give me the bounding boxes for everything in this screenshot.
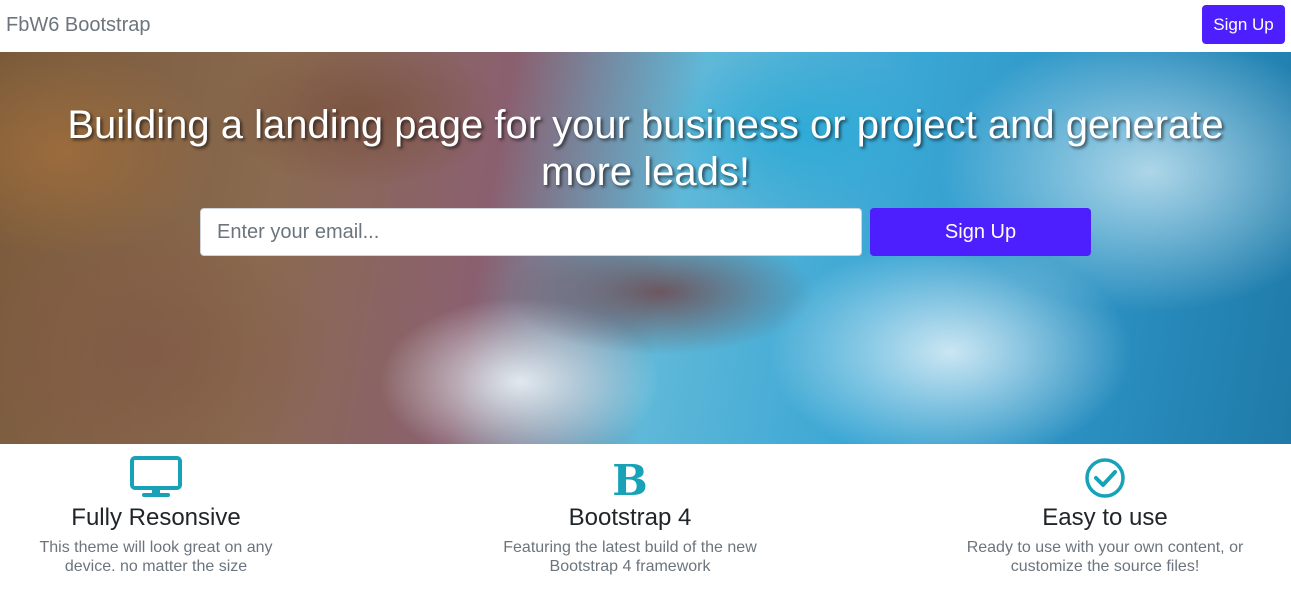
navbar-signup-button[interactable]: Sign Up (1202, 5, 1285, 44)
feature-title: Bootstrap 4 (568, 504, 692, 531)
feature-text-line: This theme will look great on any (39, 539, 273, 556)
feature-text-line: device. no matter the size (64, 558, 248, 575)
feature-responsive: Fully Resonsive This theme will look gre… (6, 444, 306, 576)
desktop-icon (130, 456, 182, 497)
email-input[interactable] (200, 208, 862, 256)
hero-title: Building a landing page for your busines… (67, 103, 1224, 194)
hero-signup-button[interactable]: Sign Up (870, 208, 1091, 256)
svg-text:B: B (612, 456, 648, 500)
navbar: FbW6 Bootstrap Sign Up (0, 0, 1291, 52)
feature-text-line: Featuring the latest build of the new (503, 539, 757, 556)
feature-text-line: Bootstrap 4 framework (549, 558, 711, 575)
feature-text-line: Ready to use with your own content, or (966, 539, 1244, 556)
feature-text: Ready to use with your own content, or c… (950, 538, 1260, 576)
check-circle-icon (1085, 458, 1125, 498)
feature-text-line: customize the source files! (1010, 558, 1200, 575)
feature-bootstrap: B Bootstrap 4 Featuring the latest build… (470, 444, 790, 576)
brand-link[interactable]: FbW6 Bootstrap (6, 13, 151, 37)
feature-title: Easy to use (1042, 504, 1168, 531)
bootstrap-logo-icon: B (612, 456, 648, 500)
hero-section: Building a landing page for your busines… (0, 52, 1291, 444)
feature-text: This theme will look great on any device… (6, 538, 306, 576)
feature-text: Featuring the latest build of the new Bo… (470, 538, 790, 576)
feature-easy: Easy to use Ready to use with your own c… (950, 444, 1260, 576)
feature-title: Fully Resonsive (71, 504, 241, 531)
